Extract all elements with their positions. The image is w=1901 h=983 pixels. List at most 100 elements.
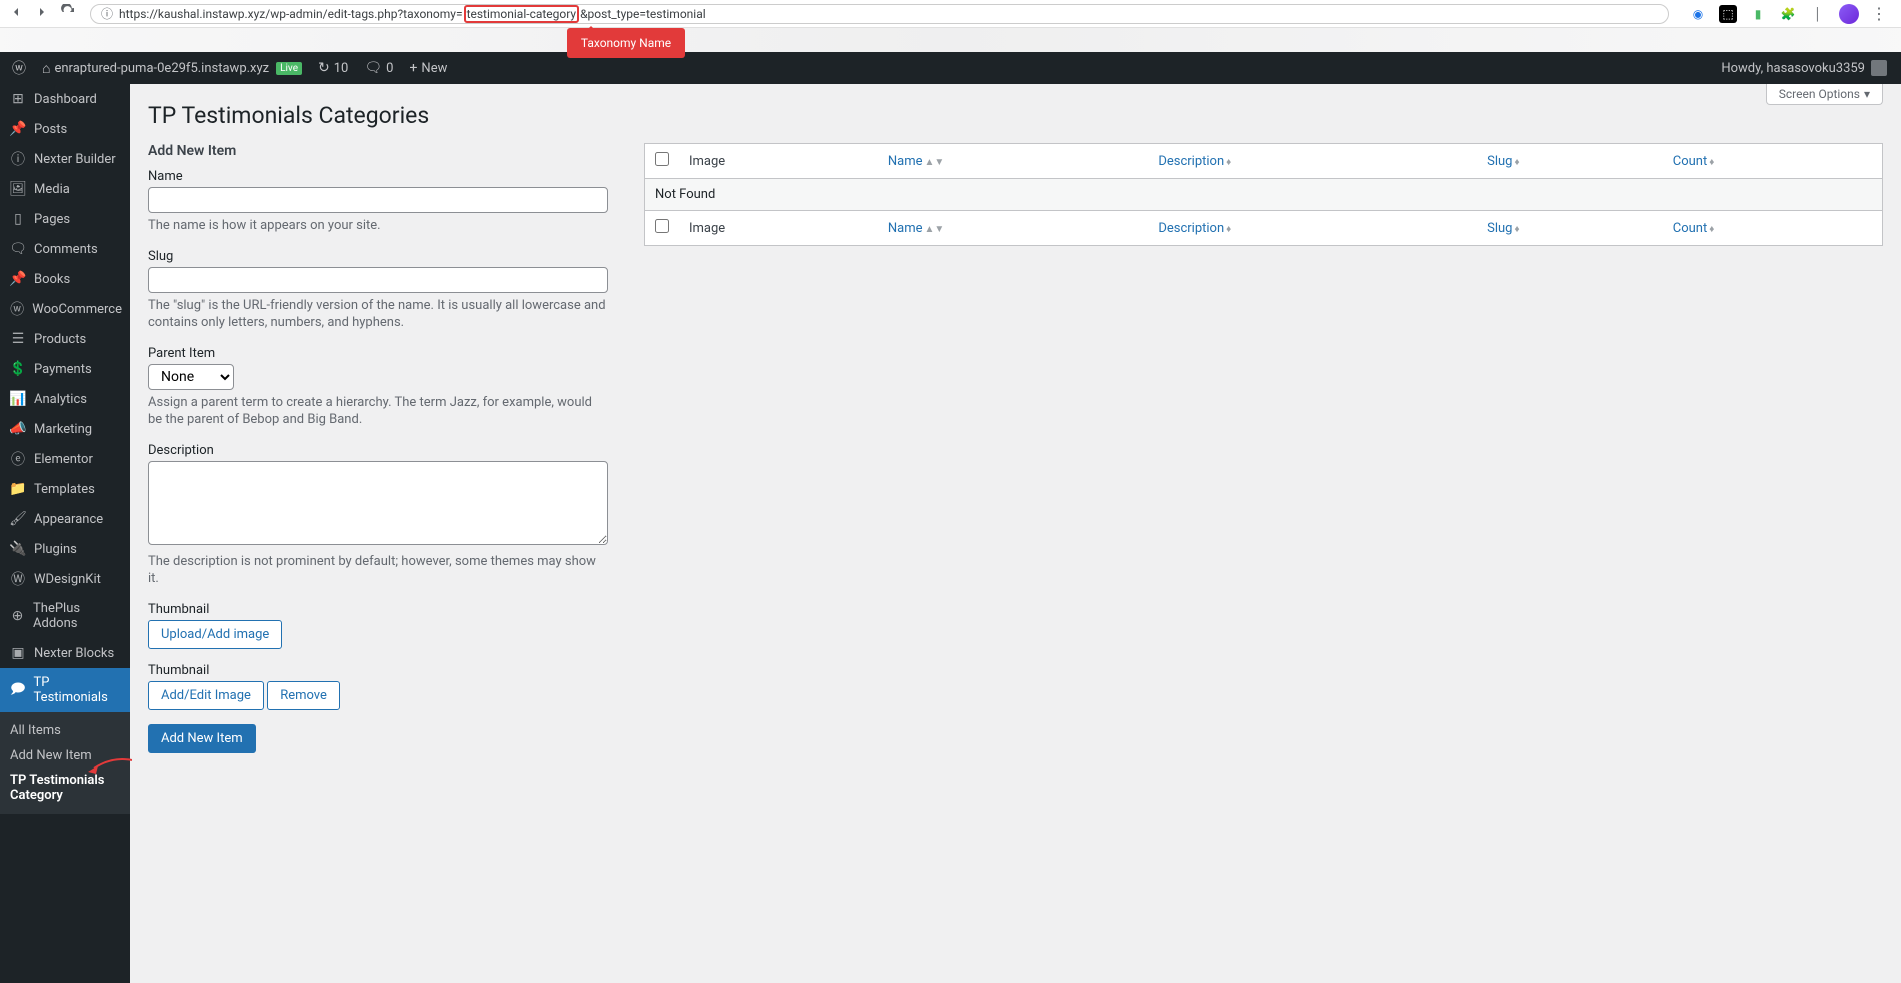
page-icon: ▯ bbox=[10, 211, 26, 227]
updates-link[interactable]: ↻10 bbox=[310, 60, 356, 76]
url-highlighted-taxonomy: testimonial-category bbox=[464, 5, 580, 23]
screen-options-tab[interactable]: Screen Options▾ bbox=[1766, 84, 1883, 105]
back-icon[interactable] bbox=[8, 4, 24, 24]
col-name[interactable]: Name▲▼ bbox=[878, 144, 1148, 179]
megaphone-icon: 📣 bbox=[10, 421, 26, 437]
sort-icon: ♦ bbox=[1226, 157, 1231, 168]
update-icon: ↻ bbox=[318, 60, 330, 76]
new-link[interactable]: +New bbox=[401, 60, 455, 76]
col-slug[interactable]: Slug♦ bbox=[1477, 144, 1663, 179]
browser-extensions: ◉ ⬚ ▮ 🧩 │ ⋮ bbox=[1683, 4, 1893, 24]
slug-description: The "slug" is the URL-friendly version o… bbox=[148, 297, 608, 332]
submenu-add-new[interactable]: Add New Item bbox=[0, 743, 130, 768]
payments-icon: 💲 bbox=[10, 361, 26, 377]
plug-icon: 🔌 bbox=[10, 541, 26, 557]
thumbnail-label: Thumbnail bbox=[148, 602, 608, 617]
warning-icon: ▣ bbox=[10, 645, 26, 661]
globe-icon: ⓘ bbox=[101, 5, 113, 22]
sidebar-item-templates[interactable]: 📁Templates bbox=[0, 474, 130, 504]
address-bar[interactable]: ⓘ https://kaushal.instawp.xyz/wp-admin/e… bbox=[90, 4, 1669, 24]
name-description: The name is how it appears on your site. bbox=[148, 217, 608, 235]
sort-icon: ♦ bbox=[1514, 157, 1519, 168]
sort-icon: ♦ bbox=[1709, 157, 1714, 168]
sidebar-item-comments[interactable]: 🗨Comments bbox=[0, 234, 130, 264]
description-label: Description bbox=[148, 443, 608, 458]
terms-table: Image Name▲▼ Description♦ Slug♦ Count♦ N… bbox=[644, 143, 1883, 246]
info-icon: ⓘ bbox=[10, 151, 26, 167]
w-icon: Ⓦ bbox=[10, 571, 26, 587]
home-icon: ⌂ bbox=[42, 60, 50, 77]
reload-icon[interactable] bbox=[60, 4, 76, 24]
select-all-checkbox-foot[interactable] bbox=[655, 219, 669, 233]
comment-icon: 🗨 bbox=[364, 60, 382, 76]
col-name-foot[interactable]: Name▲▼ bbox=[878, 211, 1148, 246]
slug-input[interactable] bbox=[148, 267, 608, 293]
slug-label: Slug bbox=[148, 249, 608, 264]
archive-icon: ☰ bbox=[10, 331, 26, 347]
col-description-foot[interactable]: Description♦ bbox=[1148, 211, 1477, 246]
sort-icon: ♦ bbox=[1709, 224, 1714, 235]
sidebar-item-woocommerce[interactable]: ⓦWooCommerce bbox=[0, 294, 130, 324]
comments-link[interactable]: 🗨0 bbox=[356, 60, 401, 76]
chevron-down-icon: ▾ bbox=[1864, 87, 1870, 101]
name-input[interactable] bbox=[148, 187, 608, 213]
sidebar-item-payments[interactable]: 💲Payments bbox=[0, 354, 130, 384]
select-all-checkbox[interactable] bbox=[655, 152, 669, 166]
sidebar-item-elementor[interactable]: ⓔElementor bbox=[0, 444, 130, 474]
sidebar-item-posts[interactable]: 📌Posts bbox=[0, 114, 130, 144]
thumbnail2-label: Thumbnail bbox=[148, 663, 608, 678]
sidebar-item-wdesignkit[interactable]: ⓌWDesignKit bbox=[0, 564, 130, 594]
live-badge: Live bbox=[276, 62, 302, 75]
description-textarea[interactable] bbox=[148, 461, 608, 545]
sidebar-item-tp-testimonials[interactable]: 🗩TP Testimonials bbox=[0, 668, 130, 712]
extension-icon[interactable]: ▮ bbox=[1749, 5, 1767, 23]
extension-icon[interactable]: ◉ bbox=[1689, 5, 1707, 23]
sidebar-item-plugins[interactable]: 🔌Plugins bbox=[0, 534, 130, 564]
add-edit-image-button[interactable]: Add/Edit Image bbox=[148, 681, 264, 710]
submit-button[interactable]: Add New Item bbox=[148, 724, 256, 753]
wp-logo[interactable]: ⓦ bbox=[4, 58, 34, 78]
puzzle-icon[interactable]: 🧩 bbox=[1779, 5, 1797, 23]
parent-select[interactable]: None bbox=[148, 364, 234, 390]
sidebar-item-pages[interactable]: ▯Pages bbox=[0, 204, 130, 234]
comment-icon: 🗨 bbox=[10, 241, 26, 257]
divider-icon: │ bbox=[1809, 5, 1827, 23]
sidebar-item-dashboard[interactable]: ⊞Dashboard bbox=[0, 84, 130, 114]
folder-icon: 📁 bbox=[10, 481, 26, 497]
sidebar-item-products[interactable]: ☰Products bbox=[0, 324, 130, 354]
plus-icon: + bbox=[409, 60, 417, 76]
sidebar-item-nexter-builder[interactable]: ⓘNexter Builder bbox=[0, 144, 130, 174]
submenu-all-items[interactable]: All Items bbox=[0, 718, 130, 743]
submenu-category[interactable]: TP Testimonials Category bbox=[0, 768, 130, 808]
col-description[interactable]: Description♦ bbox=[1148, 144, 1477, 179]
more-icon[interactable]: ⋮ bbox=[1871, 4, 1887, 23]
url-pre: https://kaushal.instawp.xyz/wp-admin/edi… bbox=[119, 7, 463, 21]
col-count[interactable]: Count♦ bbox=[1663, 144, 1883, 179]
remove-image-button[interactable]: Remove bbox=[267, 681, 340, 710]
elementor-icon: ⓔ bbox=[10, 451, 26, 467]
sidebar-submenu: All Items Add New Item TP Testimonials C… bbox=[0, 712, 130, 814]
woo-icon: ⓦ bbox=[10, 301, 24, 317]
sidebar-item-marketing[interactable]: 📣Marketing bbox=[0, 414, 130, 444]
parent-description: Assign a parent term to create a hierarc… bbox=[148, 394, 608, 429]
sidebar-item-theplus[interactable]: ⊕ThePlus Addons bbox=[0, 594, 130, 638]
sidebar-item-analytics[interactable]: 📊Analytics bbox=[0, 384, 130, 414]
annotation-callout: Taxonomy Name bbox=[567, 28, 685, 58]
extension-icon[interactable]: ⬚ bbox=[1719, 5, 1737, 23]
forward-icon[interactable] bbox=[34, 4, 50, 24]
upload-image-button[interactable]: Upload/Add image bbox=[148, 620, 282, 649]
sidebar-item-books[interactable]: 📌Books bbox=[0, 264, 130, 294]
sidebar-item-appearance[interactable]: 🖌Appearance bbox=[0, 504, 130, 534]
pin-icon: 📌 bbox=[10, 121, 26, 137]
profile-avatar[interactable] bbox=[1839, 4, 1859, 24]
col-count-foot[interactable]: Count♦ bbox=[1663, 211, 1883, 246]
sidebar-item-media[interactable]: 🖼Media bbox=[0, 174, 130, 204]
description-help: The description is not prominent by defa… bbox=[148, 553, 608, 588]
site-link[interactable]: ⌂enraptured-puma-0e29f5.instawp.xyzLive bbox=[34, 60, 310, 77]
col-slug-foot[interactable]: Slug♦ bbox=[1477, 211, 1663, 246]
admin-sidebar: ⊞Dashboard 📌Posts ⓘNexter Builder 🖼Media… bbox=[0, 84, 130, 983]
chart-icon: 📊 bbox=[10, 391, 26, 407]
col-image-foot: Image bbox=[679, 211, 878, 246]
howdy-account[interactable]: Howdy, hasasovoku3359 bbox=[1713, 60, 1901, 76]
sidebar-item-nexter-blocks[interactable]: ▣Nexter Blocks bbox=[0, 638, 130, 668]
